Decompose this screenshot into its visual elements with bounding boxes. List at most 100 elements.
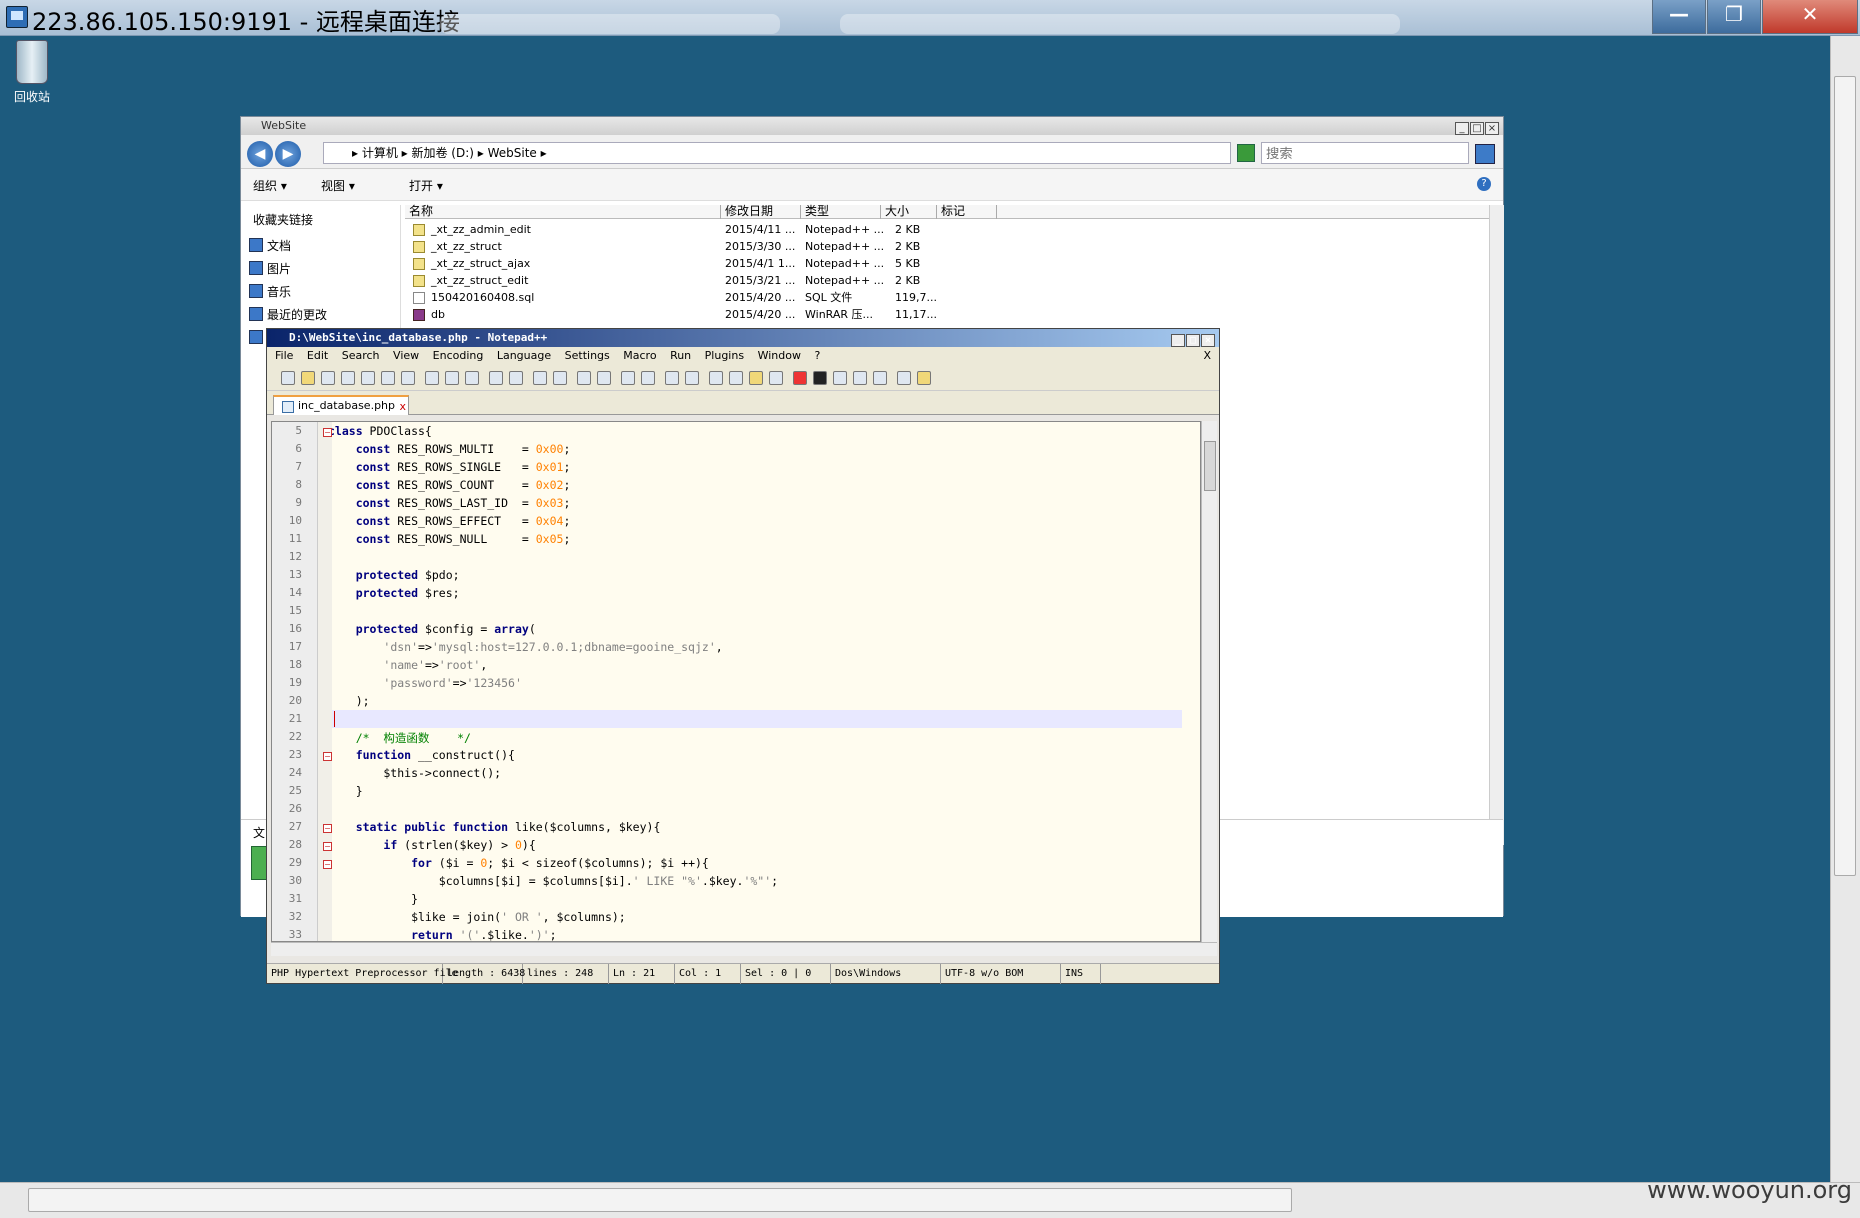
rdp-horizontal-scrollbar[interactable] (0, 1182, 1860, 1218)
search-input[interactable] (1261, 142, 1469, 164)
file-row[interactable]: _xt_zz_struct_ajax 2015/4/1 1... Notepad++… (405, 255, 1489, 272)
sync-vertical-icon[interactable] (621, 371, 635, 385)
code-line: /* 构造函数 */ (355, 731, 471, 745)
file-row[interactable]: 150420160408.sql 2015/4/20 ... SQL 文件 119,7… (405, 289, 1489, 306)
nav-item-recent[interactable]: 最近的更改 (241, 303, 400, 326)
menu-close-doc[interactable]: X (1203, 347, 1211, 365)
fold-toggle-icon[interactable]: − (323, 842, 332, 851)
maximize-button[interactable]: ❐ (1707, 0, 1761, 34)
help-icon[interactable]: ? (1477, 177, 1491, 191)
menu-plugins[interactable]: Plugins (705, 349, 744, 362)
menu-file[interactable]: File (275, 349, 293, 362)
file-row[interactable]: _xt_zz_struct 2015/3/30 ... Notepad++ ... 2… (405, 238, 1489, 255)
close-button[interactable]: ✕ (1762, 0, 1858, 34)
close-all-icon[interactable] (381, 371, 395, 385)
minimize-button[interactable]: — (1652, 0, 1706, 34)
redo-icon[interactable] (509, 371, 523, 385)
save-all-icon[interactable] (341, 371, 355, 385)
function-list-icon[interactable] (769, 371, 783, 385)
explorer-maximize-button[interactable]: □ (1470, 122, 1484, 135)
menu-search[interactable]: Search (342, 349, 380, 362)
record-macro-icon[interactable] (793, 371, 807, 385)
menu-edit[interactable]: Edit (307, 349, 328, 362)
tab-inc-database[interactable]: inc_database.php x (273, 395, 409, 415)
line-number: 14 (288, 586, 302, 599)
open-file-icon[interactable] (301, 371, 315, 385)
column-name[interactable]: 名称 (405, 205, 721, 219)
zoom-in-icon[interactable] (577, 371, 591, 385)
nav-item-documents[interactable]: 文档 (241, 234, 400, 257)
refresh-icon[interactable] (1237, 144, 1255, 162)
line-number: 13 (288, 568, 302, 581)
print-icon[interactable] (401, 371, 415, 385)
notepad-close-button[interactable]: × (1201, 334, 1215, 347)
breadcrumb[interactable]: ▸ 计算机 ▸ 新加卷 (D:) ▸ WebSite ▸ (323, 142, 1231, 164)
column-date[interactable]: 修改日期 (721, 205, 801, 219)
recycle-bin[interactable]: 回收站 (8, 40, 56, 105)
indent-guide-icon[interactable] (709, 371, 723, 385)
stop-macro-icon[interactable] (813, 371, 827, 385)
find-icon[interactable] (533, 371, 547, 385)
explorer-plugin-icon[interactable] (917, 371, 931, 385)
fold-toggle-icon[interactable]: − (323, 428, 332, 437)
menu-settings[interactable]: Settings (565, 349, 610, 362)
file-row[interactable]: _xt_zz_admin_edit 2015/4/11 ... Notepad++ … (405, 221, 1489, 238)
favorites-header: 收藏夹链接 (253, 213, 314, 227)
nav-item-pictures[interactable]: 图片 (241, 257, 400, 280)
menu-window[interactable]: Window (758, 349, 801, 362)
spell-check-icon[interactable] (897, 371, 911, 385)
replace-icon[interactable] (553, 371, 567, 385)
column-type[interactable]: 类型 (801, 205, 881, 219)
cut-icon[interactable] (425, 371, 439, 385)
paste-icon[interactable] (465, 371, 479, 385)
tab-close-icon[interactable]: x (399, 398, 406, 416)
column-size[interactable]: 大小 (881, 205, 937, 219)
new-file-icon[interactable] (281, 371, 295, 385)
search-icon[interactable] (1475, 144, 1495, 164)
rdp-vertical-scrollbar[interactable] (1830, 36, 1860, 1182)
menu-macro[interactable]: Macro (623, 349, 656, 362)
fold-toggle-icon[interactable]: − (323, 860, 332, 869)
column-tags[interactable]: 标记 (937, 205, 997, 219)
editor-horizontal-scrollbar[interactable] (271, 942, 1217, 956)
copy-icon[interactable] (445, 371, 459, 385)
code-line: static public function like($columns, $k… (355, 820, 661, 834)
explorer-minimize-button[interactable]: _ (1455, 122, 1469, 135)
menu-help[interactable]: ? (814, 349, 820, 362)
show-all-chars-icon[interactable] (685, 371, 699, 385)
run-macro-multiple-icon[interactable] (853, 371, 867, 385)
menu-view[interactable]: View (393, 349, 419, 362)
save-icon[interactable] (321, 371, 335, 385)
explorer-close-button[interactable]: × (1485, 122, 1499, 135)
menu-run[interactable]: Run (670, 349, 691, 362)
sync-horizontal-icon[interactable] (641, 371, 655, 385)
user-language-icon[interactable] (729, 371, 743, 385)
file-row[interactable]: _xt_zz_struct_edit 2015/3/21 ... Notepad++… (405, 272, 1489, 289)
fold-toggle-icon[interactable]: − (323, 752, 332, 761)
file-row[interactable]: db 2015/4/20 ... WinRAR 压... 11,17... (405, 306, 1489, 323)
forward-icon[interactable]: ▶ (275, 141, 301, 167)
zoom-out-icon[interactable] (597, 371, 611, 385)
explorer-scrollbar[interactable] (1489, 205, 1504, 845)
organize-button[interactable]: 组织 ▾ (253, 177, 287, 194)
views-button[interactable]: 视图 ▾ (321, 177, 355, 194)
word-wrap-icon[interactable] (665, 371, 679, 385)
editor-scroll-thumb[interactable] (1204, 441, 1216, 491)
back-icon[interactable]: ◀ (247, 141, 273, 167)
close-file-icon[interactable] (361, 371, 375, 385)
notepad-maximize-button[interactable]: □ (1186, 334, 1200, 347)
open-button[interactable]: 打开 ▾ (409, 177, 443, 194)
fold-toggle-icon[interactable]: − (323, 824, 332, 833)
menu-encoding[interactable]: Encoding (433, 349, 484, 362)
nav-item-music[interactable]: 音乐 (241, 280, 400, 303)
editor-vertical-scrollbar[interactable] (1201, 421, 1217, 942)
rdp-horizontal-thumb[interactable] (28, 1188, 1292, 1212)
code-editor[interactable]: 5 6 7 8 9 10 11 12 13 14 15 16 17 18 19 20 21 22 23 24 25 26 2… (271, 421, 1201, 942)
notepad-minimize-button[interactable]: _ (1171, 334, 1185, 347)
rdp-vertical-thumb[interactable] (1834, 76, 1856, 876)
play-macro-icon[interactable] (833, 371, 847, 385)
undo-icon[interactable] (489, 371, 503, 385)
menu-language[interactable]: Language (497, 349, 551, 362)
doc-map-icon[interactable] (749, 371, 763, 385)
save-macro-icon[interactable] (873, 371, 887, 385)
